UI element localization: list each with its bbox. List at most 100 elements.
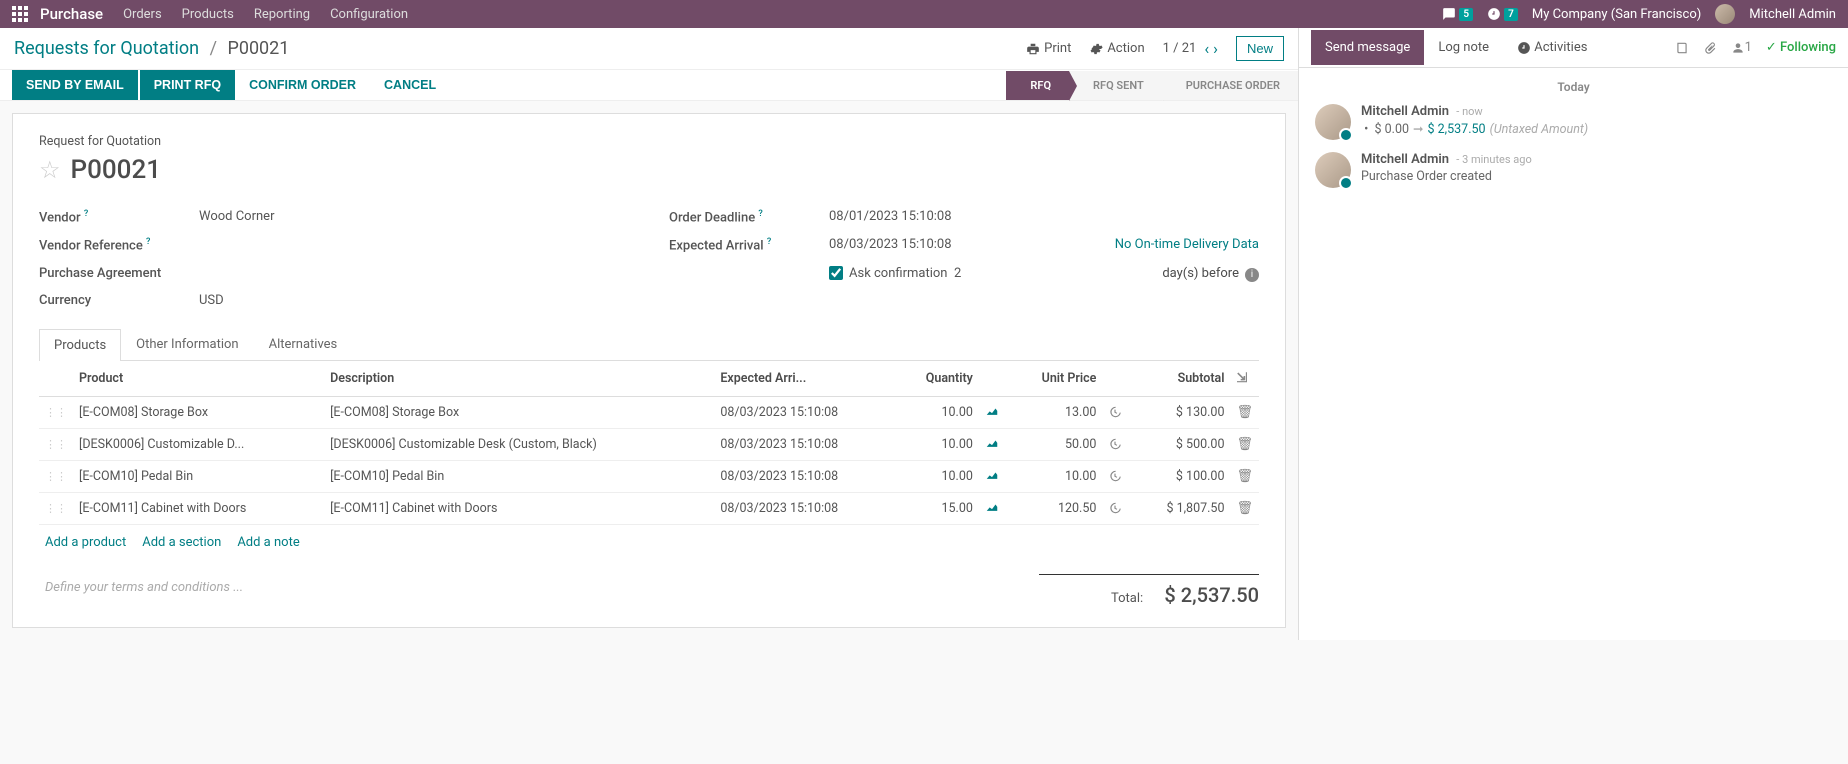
forecast-icon[interactable] [985,437,999,451]
menu-products[interactable]: Products [182,7,234,22]
add-product-link[interactable]: Add a product [45,535,126,550]
action-dropdown[interactable]: Action [1089,41,1144,56]
status-rfq[interactable]: RFQ [1006,71,1069,100]
title-label: Request for Quotation [39,134,1259,149]
currency-field[interactable]: USD [199,293,629,308]
vendor-field[interactable]: Wood Corner [199,209,629,225]
col-unit-price[interactable]: Unit Price [1009,361,1102,397]
col-quantity[interactable]: Quantity [896,361,979,397]
history-icon[interactable] [1108,469,1122,483]
book-icon[interactable] [1675,41,1689,55]
col-subtotal[interactable]: Subtotal [1132,361,1230,397]
line-qty[interactable]: 10.00 [896,428,979,460]
status-purchase-order[interactable]: PURCHASE ORDER [1162,71,1298,100]
star-icon[interactable]: ☆ [39,156,61,184]
user-avatar[interactable] [1715,4,1735,24]
line-product[interactable]: [E-COM11] Cabinet with Doors [73,492,324,524]
following-button[interactable]: ✓ Following [1766,40,1836,55]
pager-next-icon[interactable]: › [1213,39,1218,58]
pager-text[interactable]: 1 / 21 [1163,41,1197,56]
delete-icon[interactable]: 🗑 [1236,405,1253,420]
followers-button[interactable]: 1 [1731,40,1752,55]
confirm-order-button[interactable]: CONFIRM ORDER [235,70,370,100]
send-email-button[interactable]: SEND BY EMAIL [12,70,138,100]
log-note-button[interactable]: Log note [1424,30,1503,65]
col-product[interactable]: Product [73,361,324,397]
activities-button[interactable]: Activities [1503,30,1601,65]
breadcrumb-root[interactable]: Requests for Quotation [14,38,199,59]
status-rfq-sent[interactable]: RFQ SENT [1069,71,1162,100]
menu-orders[interactable]: Orders [123,7,162,22]
info-icon[interactable]: i [1245,268,1259,282]
line-product[interactable]: [E-COM10] Pedal Bin [73,460,324,492]
forecast-icon[interactable] [985,469,999,483]
tab-other-info[interactable]: Other Information [121,328,253,360]
deadline-field[interactable]: 08/01/2023 15:10:08 [829,209,1259,225]
company-switcher[interactable]: My Company (San Francisco) [1532,7,1701,22]
terms-field[interactable]: Define your terms and conditions ... [39,574,1039,607]
drag-handle-icon[interactable]: ⋮⋮ [45,502,67,515]
new-button[interactable]: New [1236,36,1284,61]
user-name[interactable]: Mitchell Admin [1749,7,1836,22]
apps-icon[interactable] [12,6,28,22]
line-qty[interactable]: 15.00 [896,492,979,524]
table-row[interactable]: ⋮⋮ [E-COM08] Storage Box[E-COM08] Storage… [39,396,1259,428]
col-description[interactable]: Description [324,361,714,397]
forecast-icon[interactable] [985,501,999,515]
vendor-ref-field[interactable] [199,237,629,253]
line-price[interactable]: 50.00 [1009,428,1102,460]
line-description[interactable]: [E-COM10] Pedal Bin [324,460,714,492]
line-description[interactable]: [E-COM11] Cabinet with Doors [324,492,714,524]
drag-handle-icon[interactable]: ⋮⋮ [45,438,67,451]
attachment-icon[interactable] [1703,41,1717,55]
history-icon[interactable] [1108,501,1122,515]
history-icon[interactable] [1108,405,1122,419]
table-row[interactable]: ⋮⋮ [E-COM10] Pedal Bin[E-COM10] Pedal Bin… [39,460,1259,492]
line-expected[interactable]: 08/03/2023 15:10:08 [714,492,896,524]
line-description[interactable]: [E-COM08] Storage Box [324,396,714,428]
line-description[interactable]: [DESK0006] Customizable Desk (Custom, Bl… [324,428,714,460]
delete-icon[interactable]: 🗑 [1236,501,1253,516]
line-price[interactable]: 13.00 [1009,396,1102,428]
delete-icon[interactable]: 🗑 [1236,469,1253,484]
line-product[interactable]: [DESK0006] Customizable D... [73,428,324,460]
drag-handle-icon[interactable]: ⋮⋮ [45,470,67,483]
table-row[interactable]: ⋮⋮ [DESK0006] Customizable D...[DESK0006]… [39,428,1259,460]
delivery-data-link[interactable]: No On-time Delivery Data [1115,237,1259,253]
tab-alternatives[interactable]: Alternatives [254,328,353,360]
line-qty[interactable]: 10.00 [896,460,979,492]
tab-products[interactable]: Products [39,329,121,361]
line-expected[interactable]: 08/03/2023 15:10:08 [714,428,896,460]
arrival-field[interactable]: 08/03/2023 15:10:08 [829,237,952,252]
print-button[interactable]: Print [1026,41,1071,56]
ask-confirmation-checkbox[interactable] [829,266,843,280]
drag-handle-icon[interactable]: ⋮⋮ [45,406,67,419]
line-expected[interactable]: 08/03/2023 15:10:08 [714,460,896,492]
line-price[interactable]: 10.00 [1009,460,1102,492]
menu-configuration[interactable]: Configuration [330,7,408,22]
activity-icon[interactable]: 7 [1487,7,1518,21]
forecast-icon[interactable] [985,405,999,419]
agreement-field[interactable] [199,266,629,281]
line-qty[interactable]: 10.00 [896,396,979,428]
delete-icon[interactable]: 🗑 [1236,437,1253,452]
cancel-button[interactable]: CANCEL [370,70,450,100]
discuss-icon[interactable]: 5 [1442,7,1473,21]
line-price[interactable]: 120.50 [1009,492,1102,524]
breadcrumb: Requests for Quotation / P00021 [14,38,289,59]
menu-reporting[interactable]: Reporting [254,7,310,22]
app-brand[interactable]: Purchase [40,5,103,23]
chatter-message: Mitchell Admin - 3 minutes ago Purchase … [1315,152,1832,188]
send-message-button[interactable]: Send message [1311,30,1424,65]
confirmation-days[interactable]: 2 [954,266,961,281]
add-note-link[interactable]: Add a note [237,535,299,550]
add-section-link[interactable]: Add a section [142,535,221,550]
line-expected[interactable]: 08/03/2023 15:10:08 [714,396,896,428]
col-expected[interactable]: Expected Arri... [714,361,896,397]
line-product[interactable]: [E-COM08] Storage Box [73,396,324,428]
pager-prev-icon[interactable]: ‹ [1204,39,1209,58]
table-row[interactable]: ⋮⋮ [E-COM11] Cabinet with Doors[E-COM11] … [39,492,1259,524]
expand-icon[interactable]: ⇲ [1236,371,1247,386]
print-rfq-button[interactable]: PRINT RFQ [140,70,235,100]
history-icon[interactable] [1108,437,1122,451]
